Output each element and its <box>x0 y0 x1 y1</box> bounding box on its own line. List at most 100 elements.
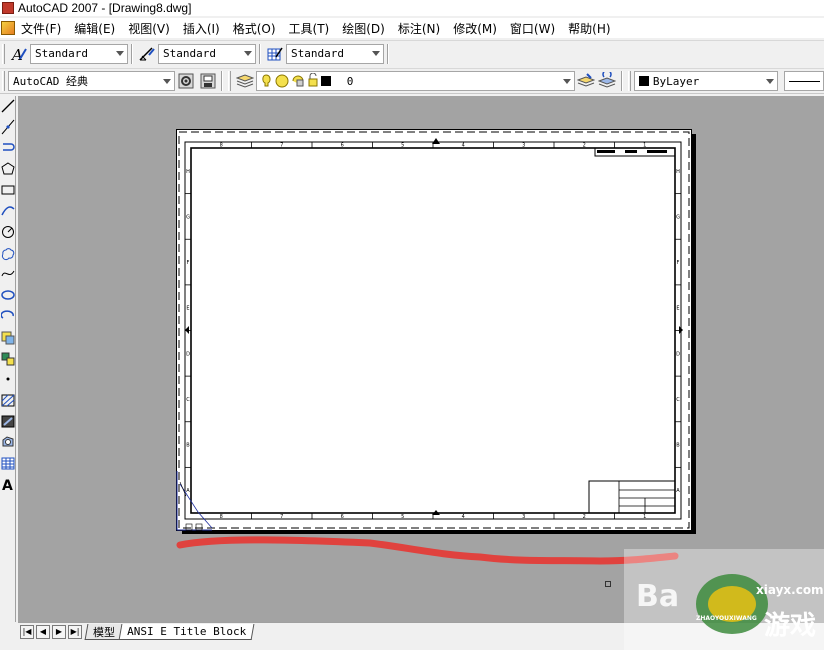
zone-number-top: 3 <box>522 143 525 149</box>
toolbar-grip[interactable] <box>2 43 5 64</box>
last-tab-button[interactable]: ▶| <box>68 624 82 639</box>
chevron-down-icon <box>116 51 124 56</box>
title-block-drawing: 8 7 6 5 4 3 2 18 7 6 5 4 3 2 1HHGGFFEEDDCCBBAA <box>178 131 690 529</box>
menu-tools[interactable]: 工具(T) <box>289 20 330 37</box>
menu-insert[interactable]: 插入(I) <box>183 20 220 37</box>
toolbar-separator <box>387 43 389 64</box>
circle-icon[interactable] <box>1 222 15 242</box>
toolbar-separator <box>131 43 133 64</box>
tab-layout-label: ANSI E Title Block <box>127 624 247 638</box>
layer-previous-icon[interactable] <box>597 71 617 91</box>
zone-number-top: 6 <box>341 143 344 149</box>
zone-letter-left: B <box>186 443 190 449</box>
zone-number-top: 5 <box>401 143 404 149</box>
drawing-canvas[interactable]: 8765432187654321HHGGFFEEDDCCBBAA <box>18 96 824 622</box>
ellipse-arc-icon[interactable] <box>1 306 15 326</box>
grip-square[interactable] <box>605 581 611 587</box>
menu-window[interactable]: 窗口(W) <box>510 20 555 37</box>
text-style-icon[interactable]: A <box>9 44 29 64</box>
rectangle-icon[interactable] <box>1 180 15 200</box>
menu-dimension[interactable]: 标注(N) <box>398 20 440 37</box>
tab-ansi-e-title-block[interactable]: ANSI E Title Block <box>118 623 255 640</box>
zone-number-bottom: 5 <box>401 514 404 520</box>
menu-edit[interactable]: 编辑(E) <box>74 20 115 37</box>
paper-sheet[interactable]: 8765432187654321HHGGFFEEDDCCBBAA <box>176 129 692 531</box>
watermark-logo-icon <box>696 574 768 634</box>
table-icon[interactable] <box>1 453 15 473</box>
title-block <box>588 480 676 514</box>
point-icon[interactable] <box>1 369 15 389</box>
dimension-style-select[interactable]: Standard <box>158 43 256 64</box>
zone-letter-left: F <box>187 260 190 266</box>
watermark-site: xiayx.com <box>756 583 824 597</box>
prev-tab-button[interactable]: ◀ <box>36 624 50 639</box>
watermark-brand: Ba <box>636 579 680 614</box>
table-style-icon[interactable] <box>265 44 285 64</box>
revision-block <box>594 147 676 157</box>
zone-number-bottom: 4 <box>462 514 465 520</box>
make-block-icon[interactable] <box>1 348 15 368</box>
gradient-icon[interactable] <box>1 411 15 431</box>
arc-icon[interactable] <box>1 201 15 221</box>
toolbar-grip[interactable] <box>228 71 232 91</box>
toolbar-grip[interactable] <box>2 71 5 91</box>
menu-format[interactable]: 格式(O) <box>233 20 276 37</box>
zone-number-top: 7 <box>280 143 283 149</box>
text-style-select[interactable]: Standard <box>30 43 128 64</box>
zone-letter-right: H <box>676 169 680 175</box>
dimension-style-icon[interactable] <box>137 44 157 64</box>
linetype-swatch <box>789 80 821 82</box>
ellipse-icon[interactable] <box>1 285 15 305</box>
chevron-down-icon <box>766 78 775 84</box>
polygon-icon[interactable] <box>1 159 15 179</box>
save-workspace-icon[interactable] <box>198 71 217 91</box>
first-tab-button[interactable]: |◀ <box>20 624 34 639</box>
insert-block-icon[interactable] <box>1 327 15 347</box>
construction-line-icon[interactable] <box>1 117 15 137</box>
chevron-down-icon <box>372 51 380 56</box>
toolbar-grip[interactable] <box>627 71 631 91</box>
make-current-layer-icon[interactable] <box>576 71 595 91</box>
zone-letter-right: D <box>676 351 680 357</box>
menu-file[interactable]: 文件(F) <box>21 20 61 37</box>
zone-number-top: 4 <box>462 143 465 149</box>
ucs-icon <box>176 471 213 531</box>
toolbar-separator <box>620 71 623 91</box>
zone-number-bottom: 1 <box>643 514 646 520</box>
zone-letter-right: E <box>676 306 679 312</box>
workspace-settings-icon[interactable] <box>176 71 195 91</box>
chevron-down-icon <box>163 78 172 84</box>
layer-manager-icon[interactable] <box>235 71 255 91</box>
spline-icon[interactable] <box>1 264 15 284</box>
multiline-text-icon[interactable]: A <box>1 474 15 494</box>
document-icon[interactable] <box>1 21 15 35</box>
zone-letter-left: G <box>186 214 190 220</box>
chevron-down-icon <box>244 51 252 56</box>
menu-modify[interactable]: 修改(M) <box>453 20 497 37</box>
menu-draw[interactable]: 绘图(D) <box>342 20 385 37</box>
zone-letter-right: G <box>676 214 680 220</box>
layer-select[interactable]: 0 <box>255 71 575 91</box>
color-select[interactable]: ByLayer <box>633 71 779 91</box>
toolbar-separator <box>221 71 224 91</box>
workspace-select[interactable]: AutoCAD 经典 <box>7 71 176 91</box>
line-icon[interactable] <box>1 96 15 116</box>
tab-model[interactable]: 模型 <box>84 623 124 640</box>
polyline-icon[interactable] <box>1 138 15 158</box>
text-style-value: Standard <box>35 47 88 60</box>
revision-cloud-icon[interactable] <box>1 243 15 263</box>
menu-bar: 文件(F) 编辑(E) 视图(V) 插入(I) 格式(O) 工具(T) 绘图(D… <box>0 18 824 38</box>
table-style-value: Standard <box>291 47 344 60</box>
zone-letter-left: H <box>186 169 190 175</box>
site-watermark: Ba xiayx.com 游戏 ZHAOYOUXIWANG <box>624 549 824 650</box>
region-icon[interactable] <box>1 432 15 452</box>
menu-view[interactable]: 视图(V) <box>128 20 170 37</box>
next-tab-button[interactable]: ▶ <box>52 624 66 639</box>
layers-toolbar: AutoCAD 经典 0 ByLayer <box>0 68 824 94</box>
watermark-pinyin: ZHAOYOUXIWANG <box>696 615 757 622</box>
table-style-select[interactable]: Standard <box>286 43 384 64</box>
linetype-select[interactable] <box>784 71 824 91</box>
menu-help[interactable]: 帮助(H) <box>568 20 610 37</box>
zone-number-bottom: 6 <box>341 514 344 520</box>
hatch-icon[interactable] <box>1 390 15 410</box>
